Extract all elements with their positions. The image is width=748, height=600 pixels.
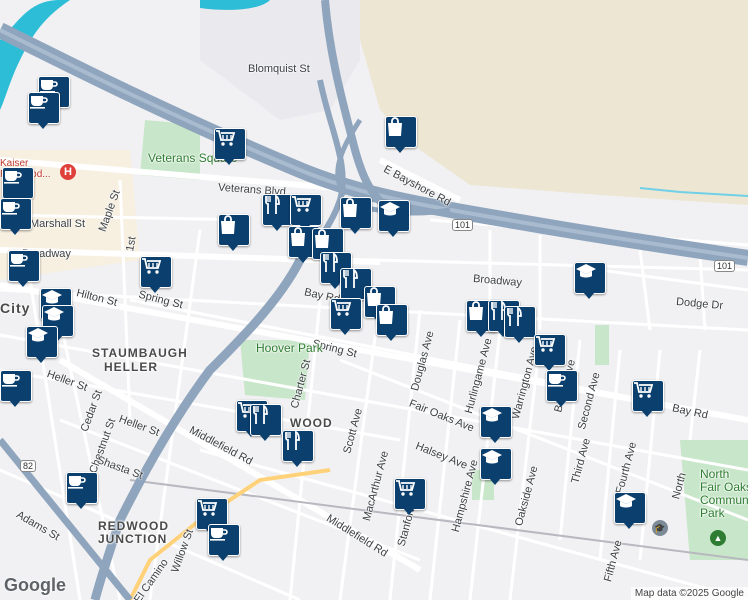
map-marker-restaurant[interactable] — [250, 404, 282, 444]
hoover-park — [240, 340, 310, 400]
school-poi-icon[interactable]: 🎓 — [652, 520, 668, 536]
map-marker-cafe[interactable] — [8, 250, 40, 290]
map-marker-school[interactable] — [480, 406, 512, 446]
map-marker-school[interactable] — [574, 262, 606, 302]
park-poi-icon[interactable]: ▲ — [710, 530, 726, 546]
map-marker-cafe[interactable] — [66, 472, 98, 512]
map-marker-school[interactable] — [26, 326, 58, 366]
map-marker-grocery[interactable] — [140, 256, 172, 296]
map-attribution[interactable]: Map data ©2025 Google — [630, 587, 748, 600]
map-marker-grocery[interactable] — [632, 380, 664, 420]
map-marker-grocery[interactable] — [534, 334, 566, 374]
wetland-area — [360, 0, 748, 205]
map-marker-cafe[interactable] — [546, 370, 578, 410]
map-marker-cafe[interactable] — [208, 524, 240, 564]
map-marker-grocery[interactable] — [394, 478, 426, 518]
map-marker-restaurant[interactable] — [504, 306, 536, 346]
map-marker-grocery[interactable] — [330, 298, 362, 338]
map-marker-school[interactable] — [614, 492, 646, 532]
map-marker-shopping[interactable] — [218, 214, 250, 254]
map-marker-shopping[interactable] — [340, 197, 372, 237]
map-marker-cafe[interactable] — [0, 370, 32, 410]
map-marker-school[interactable] — [480, 448, 512, 488]
map-marker-cafe[interactable] — [28, 92, 60, 132]
map-marker-shopping[interactable] — [376, 304, 408, 344]
map-marker-grocery[interactable] — [214, 128, 246, 168]
google-logo: Google — [4, 575, 66, 595]
map-marker-cafe[interactable] — [0, 198, 32, 238]
map-marker-shopping[interactable] — [385, 116, 417, 156]
map-canvas[interactable]: 101 101 82 H Kaiser Redwood... 🎓 ▲ Blomq… — [0, 0, 748, 600]
hospital-icon[interactable]: H — [60, 164, 76, 180]
map-marker-school[interactable] — [378, 200, 410, 240]
map-marker-restaurant[interactable] — [282, 430, 314, 470]
green-strip — [595, 325, 609, 365]
